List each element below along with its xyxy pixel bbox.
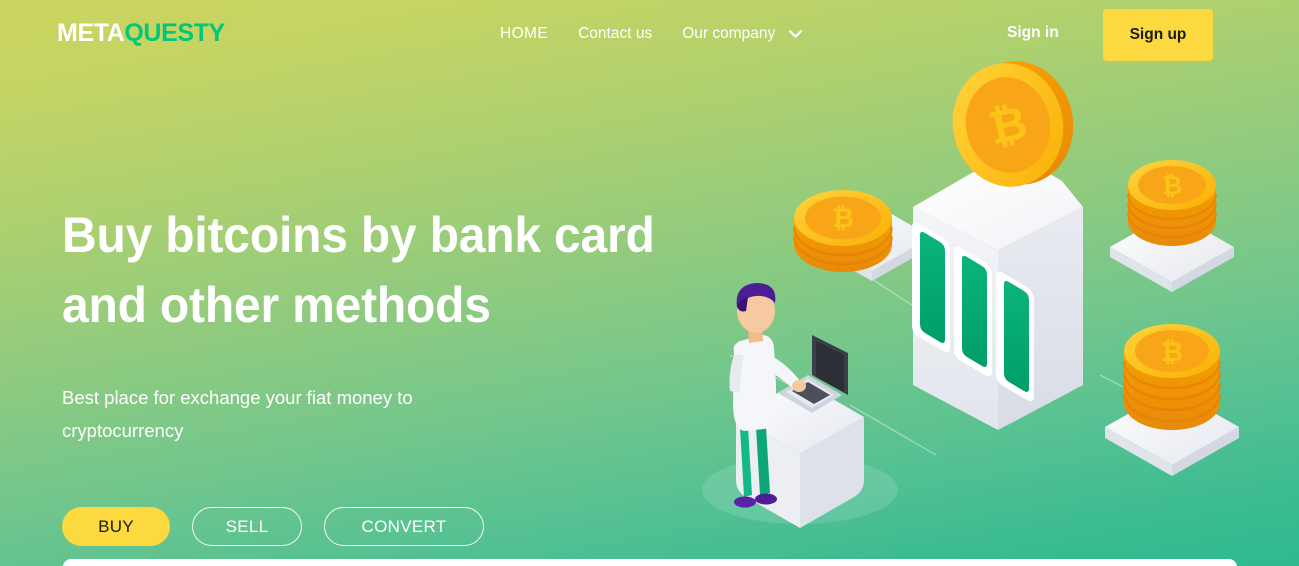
buy-button[interactable]: BUY (62, 507, 170, 546)
chevron-down-icon (789, 30, 803, 38)
headline-line-2: and other methods (62, 277, 491, 333)
logo-text-meta: META (57, 19, 125, 47)
server-block-green-bars (912, 167, 1083, 430)
headline-line-1: Buy bitcoins by bank card (62, 207, 655, 263)
svg-text:₿: ₿ (1162, 171, 1182, 200)
site-logo[interactable]: METAQUESTY (57, 21, 225, 46)
nav-item-home[interactable]: HOME (500, 23, 548, 45)
logo-text-questy: QUESTY (124, 19, 225, 47)
hero-subtitle: Best place for exchange your fiat money … (62, 387, 413, 441)
sign-in-link[interactable]: Sign in (1007, 24, 1059, 42)
hero-content: Buy bitcoins by bank card and other meth… (62, 200, 742, 546)
nav-item-our-company[interactable]: Our company (682, 23, 803, 45)
svg-text:₿: ₿ (832, 203, 854, 234)
bitcoin-coin-stack-right-top: ₿ (1110, 160, 1234, 292)
sell-button[interactable]: SELL (192, 507, 302, 546)
bottom-content-card (63, 559, 1237, 566)
hero-action-buttons: BUY SELL CONVERT (62, 507, 742, 546)
nav-item-our-company-label: Our company (682, 25, 776, 42)
bitcoin-coin-stack-left: ₿ (792, 190, 932, 281)
landing-page-hero: METAQUESTY HOME Contact us Our company S… (0, 0, 1299, 566)
page-title: Buy bitcoins by bank card and other meth… (62, 200, 715, 340)
sign-up-button[interactable]: Sign up (1103, 9, 1213, 61)
svg-text:₿: ₿ (1161, 337, 1183, 368)
hero-illustration: ₿ ₿ ₿ ₿ (700, 55, 1299, 566)
convert-button[interactable]: CONVERT (324, 507, 484, 546)
site-header: METAQUESTY HOME Contact us Our company S… (0, 0, 1299, 70)
bitcoin-coin-stack-right-bottom: ₿ (1105, 324, 1239, 476)
main-navigation: HOME Contact us Our company (500, 23, 803, 45)
bitcoin-coin-floating: ₿ (952, 61, 1074, 187)
nav-item-contact-us[interactable]: Contact us (578, 23, 652, 45)
